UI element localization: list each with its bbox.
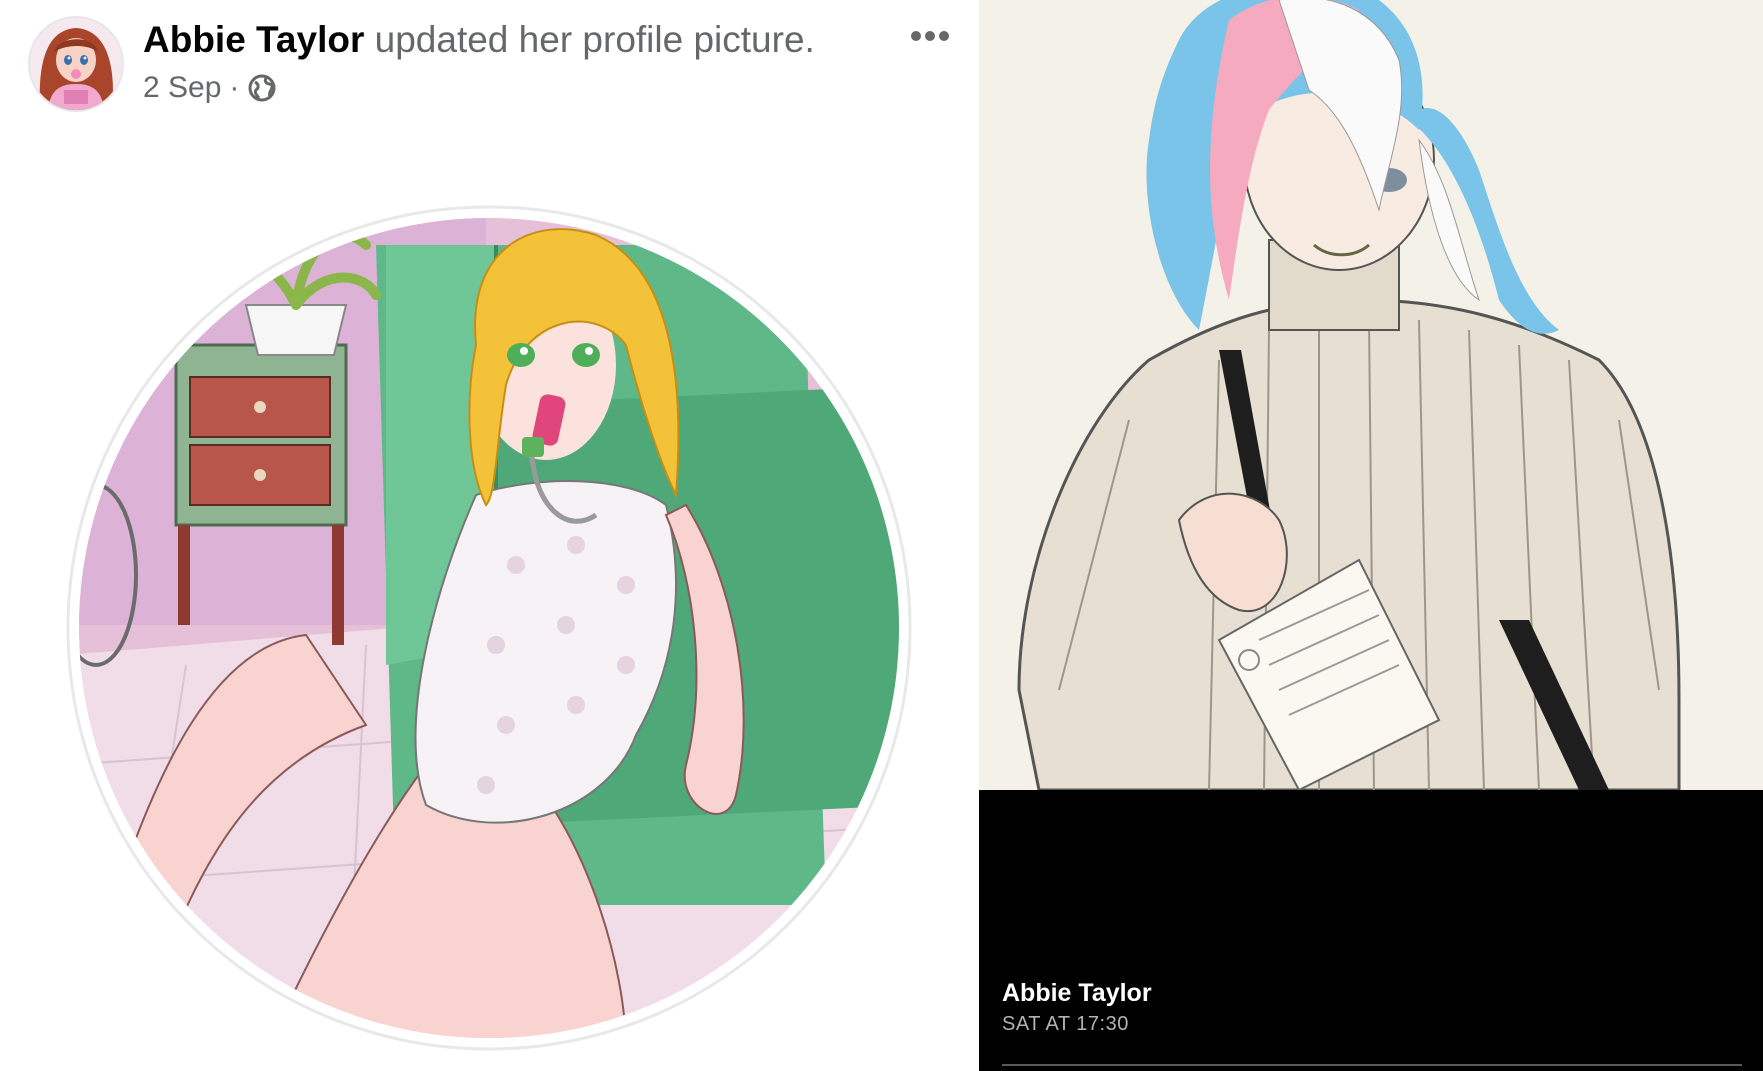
facebook-post: Abbie Taylor updated her profile picture… [0, 0, 975, 1071]
profile-picture[interactable] [66, 205, 912, 1051]
post-header: Abbie Taylor updated her profile picture… [0, 0, 975, 120]
viewer-divider [1002, 1064, 1742, 1066]
post-title: Abbie Taylor updated her profile picture… [143, 18, 815, 62]
author-avatar[interactable] [28, 16, 124, 112]
viewer-photo-illustration [979, 0, 1763, 792]
profile-picture-illustration [66, 205, 912, 1051]
globe-icon[interactable] [247, 73, 277, 103]
author-name-link[interactable]: Abbie Taylor [143, 19, 364, 60]
post-meta: 2 Sep · [143, 70, 277, 106]
viewer-caption: Abbie Taylor SAT AT 17:30 [1002, 978, 1152, 1036]
more-options-button[interactable] [905, 16, 955, 56]
meta-separator: · [229, 71, 240, 104]
viewer-timestamp[interactable]: SAT AT 17:30 [1002, 1012, 1152, 1036]
viewer-author-link[interactable]: Abbie Taylor [1002, 978, 1152, 1008]
post-date[interactable]: 2 Sep [143, 70, 221, 106]
avatar-illustration [30, 18, 122, 110]
more-options-icon [911, 31, 949, 41]
photo-viewer: Abbie Taylor SAT AT 17:30 [979, 0, 1763, 1071]
post-action-text: updated her profile picture. [364, 19, 815, 60]
viewer-photo[interactable] [979, 0, 1763, 792]
